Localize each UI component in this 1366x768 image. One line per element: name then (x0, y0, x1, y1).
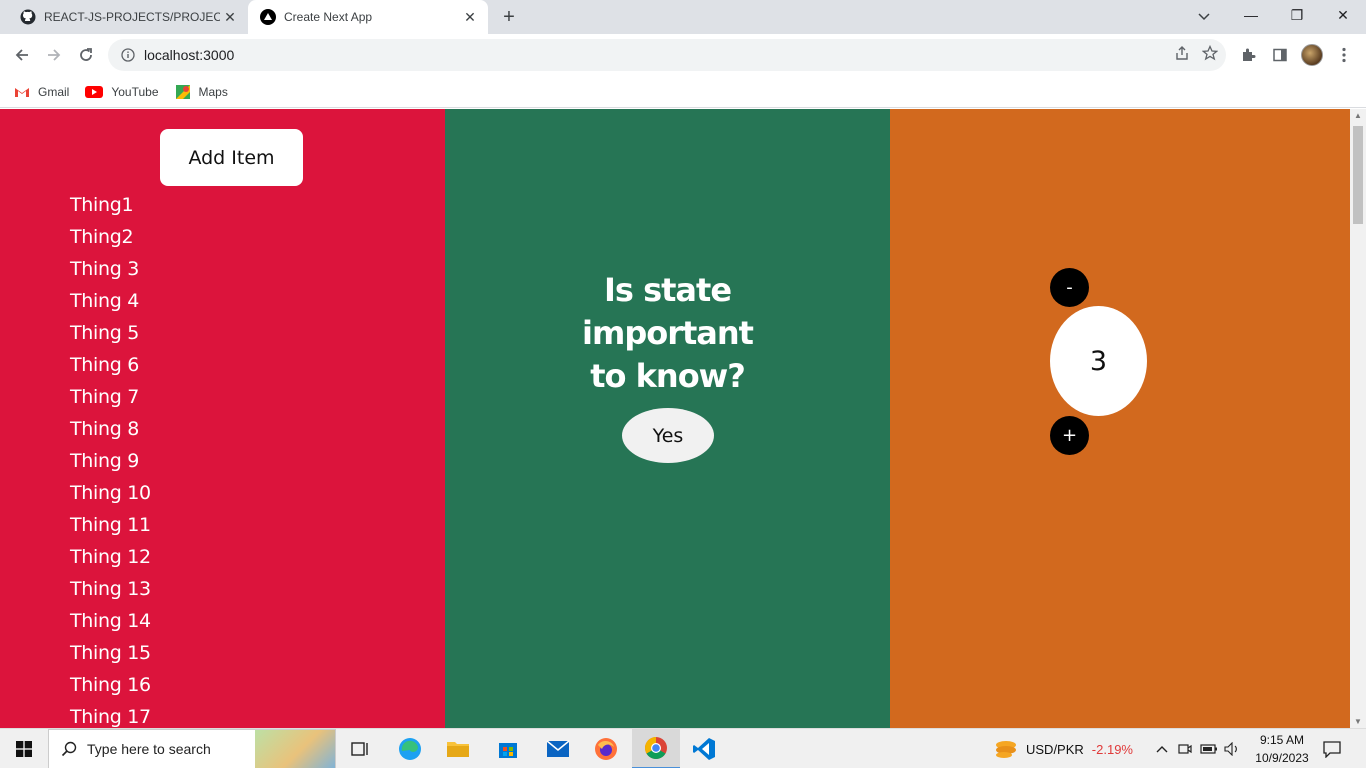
menu-icon[interactable] (1330, 41, 1358, 69)
list-item: Thing 10 (70, 482, 151, 504)
currency-icon (994, 739, 1018, 759)
info-icon[interactable] (120, 47, 136, 63)
taskbar-clock[interactable]: 9:15 AM 10/9/2023 (1250, 731, 1314, 767)
bookmark-label: Gmail (38, 84, 70, 99)
search-icon (61, 741, 77, 757)
list-item: Thing 7 (70, 386, 140, 408)
close-icon[interactable]: ✕ (460, 7, 480, 27)
currency-widget[interactable]: USD/PKR -2.19% (994, 729, 1133, 768)
star-icon[interactable] (1201, 44, 1219, 66)
list-item: Thing 4 (70, 290, 140, 312)
store-icon[interactable] (484, 729, 532, 768)
list-item: Thing 13 (70, 578, 151, 600)
forward-arrow-icon[interactable] (40, 41, 68, 69)
maps-icon (175, 84, 191, 100)
list-item: Thing 16 (70, 674, 151, 696)
list-item: Thing 12 (70, 546, 151, 568)
browser-toolbar: localhost:3000 (0, 34, 1366, 76)
firefox-icon[interactable] (582, 729, 630, 768)
file-explorer-icon[interactable] (434, 729, 482, 768)
bookmark-gmail[interactable]: Gmail (14, 85, 69, 99)
windows-taskbar: Type here to search USD/PKR -2.19% 9:15 … (0, 728, 1366, 768)
bookmark-youtube[interactable]: YouTube (85, 84, 159, 99)
list-item: Thing 17 (70, 706, 151, 728)
increment-button[interactable]: + (1050, 416, 1089, 455)
decrement-button[interactable]: - (1050, 268, 1089, 307)
scroll-up-icon[interactable]: ▲ (1354, 111, 1362, 120)
list-item: Thing 9 (70, 450, 140, 472)
page-scrollbar[interactable]: ▲ ▼ (1350, 109, 1366, 728)
tab-create-next-app[interactable]: Create Next App ✕ (248, 0, 488, 34)
meet-now-icon[interactable] (1178, 742, 1192, 756)
battery-icon[interactable] (1200, 743, 1218, 755)
taskbar-search[interactable]: Type here to search (48, 729, 336, 768)
search-placeholder: Type here to search (87, 741, 211, 757)
windows-start-icon[interactable] (0, 729, 48, 768)
chrome-icon[interactable] (632, 729, 680, 768)
address-bar[interactable]: localhost:3000 (108, 39, 1226, 71)
reload-icon[interactable] (72, 41, 100, 69)
items-panel (0, 109, 445, 728)
new-tab-button[interactable]: + (497, 5, 521, 29)
bookmarks-bar: Gmail YouTube Maps (0, 76, 1366, 108)
url-text: localhost:3000 (144, 47, 235, 63)
counter-panel (890, 109, 1350, 728)
close-icon[interactable]: ✕ (220, 7, 240, 27)
counter-display: 3 (1050, 306, 1147, 416)
profile-avatar[interactable] (1298, 41, 1326, 69)
tab-github[interactable]: REACT-JS-PROJECTS/PROJECT 0 ✕ (8, 0, 248, 34)
mail-icon[interactable] (534, 729, 582, 768)
system-tray (1156, 729, 1240, 768)
app-page: Add Item Thing1 Thing2 Thing 3 Thing 4 Thing… (0, 109, 1350, 728)
volume-icon[interactable] (1224, 742, 1240, 756)
edge-icon[interactable] (386, 729, 434, 768)
tab-strip: REACT-JS-PROJECTS/PROJECT 0 ✕ Create Nex… (0, 0, 1366, 34)
task-view-icon[interactable] (336, 729, 384, 768)
scrollbar-thumb[interactable] (1353, 126, 1363, 224)
youtube-icon (85, 85, 104, 98)
extensions-icon[interactable] (1234, 41, 1262, 69)
clock-date: 10/9/2023 (1255, 751, 1309, 765)
items-list: Thing1 Thing2 Thing 3 Thing 4 Thing 5 Thing 6… (70, 189, 151, 728)
close-window-icon[interactable]: ✕ (1320, 0, 1366, 30)
tab-title: Create Next App (284, 10, 373, 24)
list-item: Thing2 (70, 226, 134, 248)
currency-pair: USD/PKR (1026, 741, 1084, 757)
list-item: Thing 3 (70, 258, 140, 280)
restore-icon[interactable]: ❐ (1274, 0, 1320, 30)
vscode-icon[interactable] (680, 729, 728, 768)
side-panel-icon[interactable] (1266, 41, 1294, 69)
gmail-icon (14, 86, 30, 98)
clock-time: 9:15 AM (1259, 733, 1305, 747)
list-item: Thing 8 (70, 418, 140, 440)
share-icon[interactable] (1174, 45, 1190, 66)
back-arrow-icon[interactable] (8, 41, 36, 69)
bookmark-maps[interactable]: Maps (175, 84, 228, 100)
minimize-icon[interactable]: — (1228, 0, 1274, 30)
question-heading: Is state important to know? (582, 271, 754, 395)
github-icon (20, 9, 36, 25)
list-item: Thing 15 (70, 642, 151, 664)
chevron-up-icon[interactable] (1156, 745, 1168, 753)
bookmark-label: Maps (198, 84, 228, 99)
list-item: Thing1 (70, 194, 134, 216)
list-item: Thing 11 (70, 514, 151, 536)
add-item-button[interactable]: Add Item (160, 129, 303, 186)
chevron-down-icon[interactable] (1192, 5, 1216, 29)
tab-title: REACT-JS-PROJECTS/PROJECT 0 (44, 10, 220, 24)
scroll-down-icon[interactable]: ▼ (1354, 717, 1362, 726)
currency-change: -2.19% (1091, 741, 1133, 757)
list-item: Thing 14 (70, 610, 151, 632)
search-highlight-image (255, 730, 335, 768)
nextjs-icon (260, 9, 276, 25)
list-item: Thing 5 (70, 322, 140, 344)
list-item: Thing 6 (70, 354, 140, 376)
notification-icon[interactable] (1322, 729, 1342, 768)
bookmark-label: YouTube (111, 84, 159, 99)
window-controls: — ❐ ✕ (1228, 0, 1366, 34)
yes-button[interactable]: Yes (622, 408, 714, 463)
